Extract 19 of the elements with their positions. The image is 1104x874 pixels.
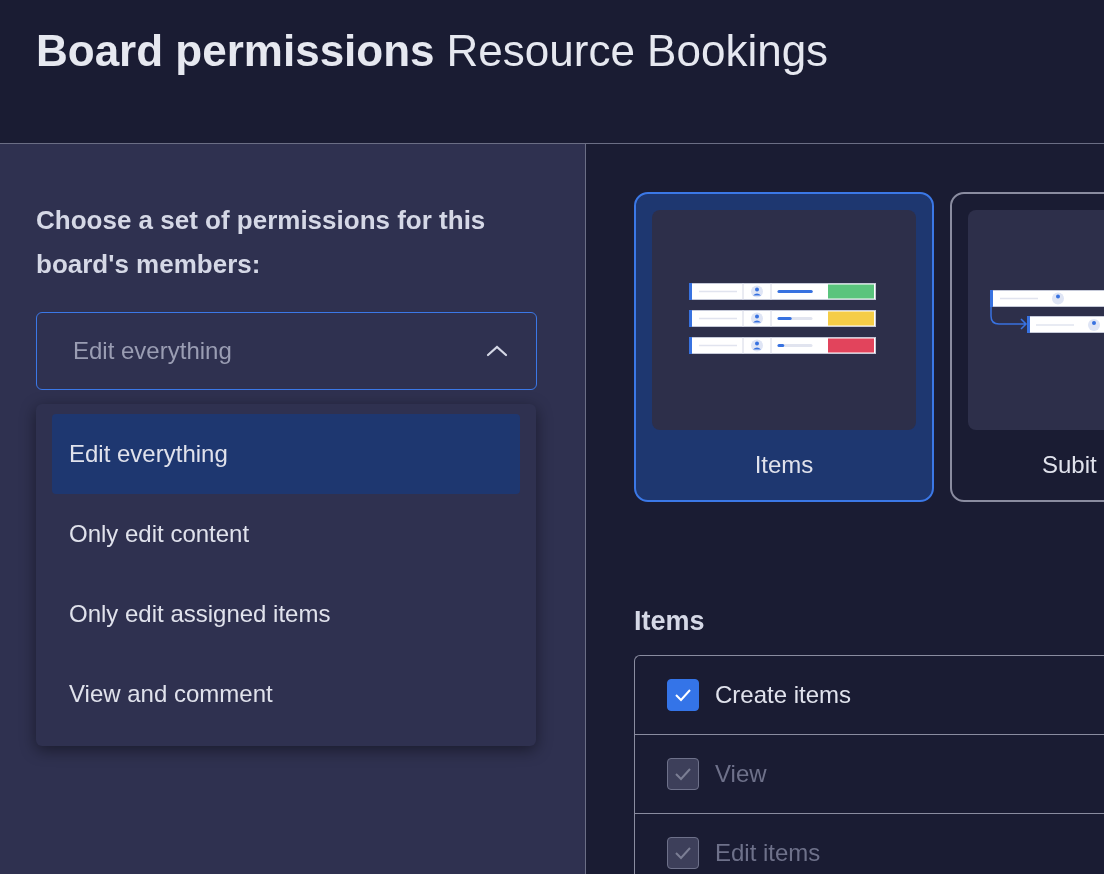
dropdown-option[interactable]: Only edit content (52, 494, 520, 574)
board-name: Resource Bookings (446, 26, 829, 76)
view-card[interactable]: Subit (950, 192, 1104, 502)
section-title: Items (634, 606, 706, 637)
dropdown-option[interactable]: View and comment (52, 654, 520, 734)
checkbox[interactable] (667, 679, 699, 711)
page-title: Board permissions (36, 26, 435, 76)
check-icon (674, 688, 692, 702)
check-icon (674, 767, 692, 781)
dropdown-option[interactable]: Edit everything (52, 414, 520, 494)
permission-label: View (715, 760, 767, 788)
dropdown-option[interactable]: Only edit assigned items (52, 574, 520, 654)
view-card[interactable]: Items (634, 192, 934, 502)
prompt-text: Choose a set of permissions for this board's members: (36, 204, 487, 281)
permission-label: Create items (715, 681, 852, 709)
permission-label: Edit items (715, 839, 821, 867)
permission-dropdown[interactable]: Edit everything (36, 312, 537, 390)
chevron-icon (486, 345, 508, 357)
check-icon (674, 846, 692, 860)
